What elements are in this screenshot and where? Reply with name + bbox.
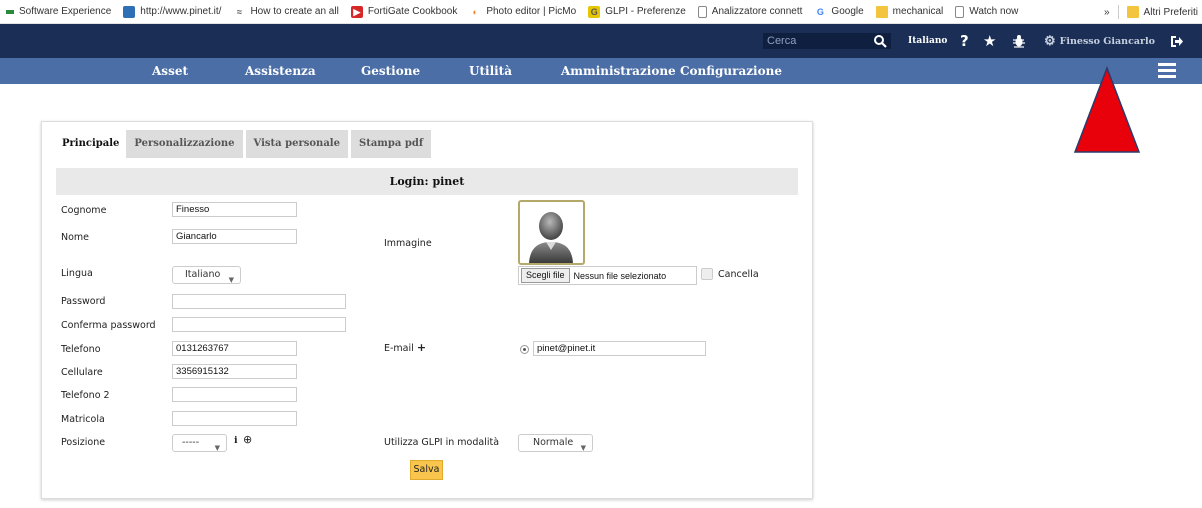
nome-field[interactable]: Giancarlo: [172, 229, 297, 244]
search-icon[interactable]: [873, 34, 887, 48]
choose-file-button[interactable]: Scegli file: [521, 268, 570, 283]
bookmark-google[interactable]: G Google: [814, 6, 864, 18]
bug-icon[interactable]: [1012, 24, 1026, 58]
tab-principale[interactable]: Principale: [56, 130, 124, 158]
menu-utilita[interactable]: Utilità: [469, 58, 512, 84]
bookmark-picmonkey[interactable]: ◐ Photo editor | PicMo: [469, 6, 577, 18]
cellulare-field[interactable]: 3356915132: [172, 364, 297, 379]
image-file-picker[interactable]: Scegli file Nessun file selezionato: [518, 266, 697, 285]
default-email-radio[interactable]: [520, 345, 529, 354]
page-icon: [955, 5, 965, 18]
tab-vista-personale[interactable]: Vista personale: [245, 130, 348, 158]
user-menu[interactable]: ⚙ Finesso Giancarlo: [1044, 24, 1155, 58]
bookmark-analizzatore[interactable]: Analizzatore connett: [697, 5, 802, 18]
matricola-field[interactable]: [172, 411, 297, 426]
language-selector[interactable]: Italiano: [908, 24, 947, 58]
info-icon[interactable]: i: [234, 435, 238, 446]
telefono2-label: Telefono 2: [61, 390, 110, 401]
posizione-label: Posizione: [61, 437, 106, 448]
star-icon[interactable]: ★: [983, 24, 996, 58]
tab-bar: Principale Personalizzazione Vista perso…: [56, 130, 434, 158]
cellulare-label: Cellulare: [61, 367, 103, 378]
question-icon[interactable]: ?: [960, 24, 969, 58]
gear-icon: ⚙: [1044, 33, 1056, 49]
immagine-label: Immagine: [384, 238, 432, 249]
bookmark-fortigate[interactable]: ▶ FortiGate Cookbook: [350, 5, 457, 18]
bookmarks-more-button[interactable]: »: [1104, 7, 1110, 18]
avatar: [518, 200, 585, 265]
google-icon: G: [816, 6, 824, 17]
email-label: E-mail +: [384, 341, 427, 354]
user-silhouette-icon: [529, 212, 573, 263]
youtube-icon: ▶: [350, 5, 363, 18]
bookmark-watch-now[interactable]: Watch now: [955, 5, 1018, 18]
lingua-select[interactable]: Italiano ▼: [172, 266, 241, 284]
lingua-label: Lingua: [61, 268, 93, 279]
site-icon: [123, 5, 136, 18]
add-circle-icon[interactable]: ⊕: [243, 433, 252, 446]
nome-label: Nome: [61, 232, 90, 243]
menu-gestione[interactable]: Gestione: [361, 58, 420, 84]
wave-icon: ≈: [236, 6, 242, 17]
apps-icon: [6, 9, 14, 14]
logout-icon[interactable]: [1170, 24, 1184, 58]
search-box[interactable]: [762, 32, 892, 50]
telefono2-field[interactable]: [172, 387, 297, 402]
telefono-field[interactable]: 0131263767: [172, 341, 297, 356]
main-menu: Asset Assistenza Gestione Utilità Ammini…: [0, 58, 1202, 84]
menu-asset[interactable]: Asset: [152, 58, 188, 84]
password-field[interactable]: [172, 294, 346, 309]
cognome-label: Cognome: [61, 205, 107, 216]
mode-label: Utilizza GLPI in modalità: [384, 437, 500, 448]
glpi-icon: G: [588, 5, 601, 18]
bookmark-glpi[interactable]: G GLPI - Preferenze: [588, 5, 686, 18]
mode-select[interactable]: Normale ▼: [518, 434, 593, 452]
form-title: Login: pinet: [56, 168, 798, 195]
chevron-down-icon: ▼: [580, 444, 586, 452]
bookmarks-bar: Software Experience http://www.pinet.it/…: [0, 0, 1202, 24]
divider: [1117, 5, 1119, 19]
posizione-select[interactable]: ----- ▼: [172, 434, 227, 452]
folder-icon: [1126, 6, 1139, 18]
page-icon: [697, 5, 707, 18]
add-email-icon[interactable]: +: [417, 341, 426, 354]
telefono-label: Telefono: [61, 344, 101, 355]
menu-amministrazione[interactable]: Amministrazione: [561, 58, 676, 84]
file-name-text: Nessun file selezionato: [573, 270, 667, 281]
cancella-label: Cancella: [718, 269, 759, 280]
chevron-down-icon: ▼: [228, 276, 234, 284]
bookmark-how-to[interactable]: ≈ How to create an all: [233, 6, 339, 18]
conferma-password-field[interactable]: [172, 317, 346, 332]
bookmark-software-experience[interactable]: Software Experience: [6, 6, 111, 17]
cancella-checkbox[interactable]: [701, 268, 713, 280]
chevron-down-icon: ▼: [214, 444, 220, 452]
cognome-field[interactable]: Finesso: [172, 202, 297, 217]
folder-icon: [875, 5, 888, 18]
bookmark-altri-preferiti[interactable]: Altri Preferiti: [1126, 6, 1198, 18]
save-button[interactable]: Salva: [410, 460, 443, 480]
hamburger-menu-icon[interactable]: [1158, 63, 1176, 78]
red-arrow-annotation: [1073, 66, 1141, 153]
menu-assistenza[interactable]: Assistenza: [245, 58, 316, 84]
bookmark-mechanical[interactable]: mechanical: [875, 5, 943, 18]
menu-configurazione[interactable]: Configurazione: [680, 58, 782, 84]
matricola-label: Matricola: [61, 414, 105, 425]
picmonkey-icon: ◐: [472, 6, 479, 17]
tab-personalizzazione[interactable]: Personalizzazione: [126, 130, 243, 158]
conferma-password-label: Conferma password: [61, 320, 156, 331]
search-input[interactable]: [763, 35, 867, 47]
email-field[interactable]: pinet@pinet.it: [533, 341, 706, 356]
preferences-panel: Principale Personalizzazione Vista perso…: [41, 121, 813, 499]
top-header: Italiano ? ★ ⚙Finesso Giancarlo: [0, 24, 1202, 58]
tab-stampa-pdf[interactable]: Stampa pdf: [350, 130, 432, 158]
password-label: Password: [61, 296, 106, 307]
bookmark-pinet[interactable]: http://www.pinet.it/: [123, 5, 221, 18]
